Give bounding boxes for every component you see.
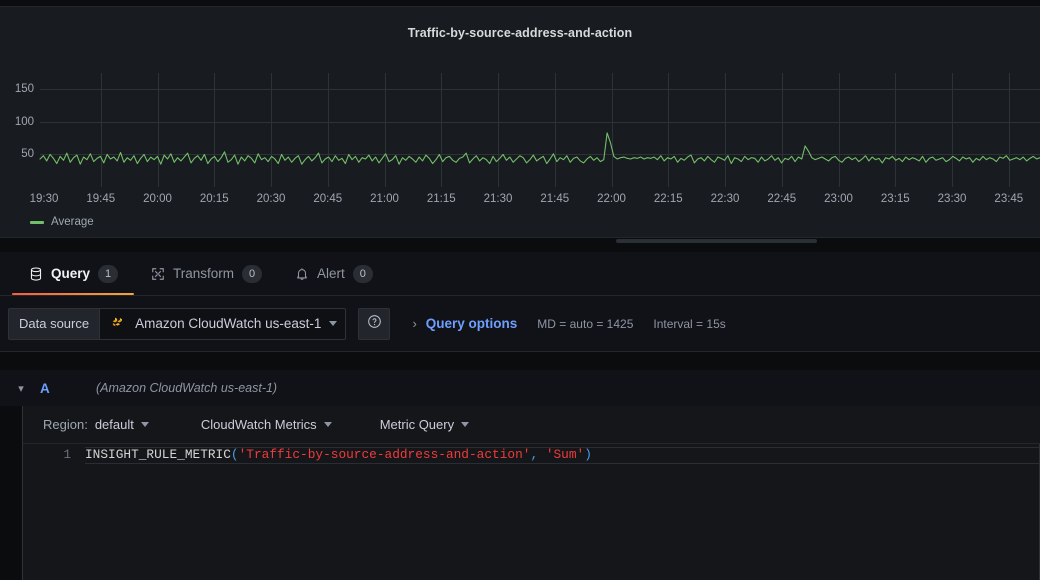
y-axis-tick-label: 50 <box>21 148 34 160</box>
namespace-selector[interactable]: CloudWatch Metrics <box>201 417 332 432</box>
code-content: INSIGHT_RULE_METRIC('Traffic-by-source-a… <box>85 447 592 463</box>
x-axis-tick-label: 20:00 <box>143 193 172 205</box>
code-token-open-paren: ( <box>231 447 239 462</box>
x-axis-tick-label: 19:45 <box>86 193 115 205</box>
code-editor[interactable]: 1 INSIGHT_RULE_METRIC('Traffic-by-source… <box>23 444 1040 580</box>
code-token-arg1: 'Traffic-by-source-address-and-action' <box>239 447 531 462</box>
x-axis-tick-label: 20:45 <box>313 193 342 205</box>
tab-transform[interactable]: Transform 0 <box>134 252 278 295</box>
x-axis-tick-label: 23:15 <box>881 193 910 205</box>
editor-tab-bar: Query 1 Transform 0 Alert 0 <box>0 252 1040 296</box>
x-axis-tick-label: 21:00 <box>370 193 399 205</box>
tab-query-count: 1 <box>98 265 118 283</box>
x-axis-tick-label: 22:00 <box>597 193 626 205</box>
panel-resize-zone <box>0 238 1040 252</box>
code-token-close-paren: ) <box>584 447 592 462</box>
query-options-caret: › <box>412 317 416 330</box>
datasource-name: Amazon CloudWatch us-east-1 <box>135 316 321 331</box>
bell-icon <box>294 266 309 281</box>
tab-alert-count: 0 <box>353 265 373 283</box>
question-circle-icon <box>367 314 382 334</box>
query-mode-selector[interactable]: Metric Query <box>380 417 469 432</box>
series-line-average <box>40 73 1040 187</box>
query-datasource-note: (Amazon CloudWatch us-east-1) <box>96 381 277 395</box>
panel-resize-handle[interactable] <box>616 239 817 243</box>
region-label: Region: <box>43 417 88 432</box>
database-icon <box>28 266 43 281</box>
query-ref-id[interactable]: A <box>40 381 56 396</box>
chevron-down-icon <box>461 422 469 427</box>
datasource-label: Data source <box>8 308 99 340</box>
x-axis-tick-label: 21:15 <box>427 193 456 205</box>
region-value: default <box>95 417 134 432</box>
datasource-help-button[interactable] <box>358 308 390 340</box>
code-line-1[interactable]: 1 INSIGHT_RULE_METRIC('Traffic-by-source… <box>23 444 1040 466</box>
query-options-interval: Interval = 15s <box>653 317 725 331</box>
code-token-arg2: 'Sum' <box>546 447 584 462</box>
tab-transform-label: Transform <box>173 266 234 281</box>
chevron-down-icon <box>324 422 332 427</box>
query-collapse-toggle[interactable]: ▾ <box>14 382 28 395</box>
transform-icon <box>150 266 165 281</box>
namespace-value: CloudWatch Metrics <box>201 417 317 432</box>
x-axis-tick-label: 22:45 <box>767 193 796 205</box>
chevron-down-icon <box>141 422 149 427</box>
x-axis-tick-label: 20:15 <box>200 193 229 205</box>
x-axis-tick-label: 22:30 <box>711 193 740 205</box>
line-number: 1 <box>23 447 85 463</box>
tab-query[interactable]: Query 1 <box>12 252 134 295</box>
datasource-row: Data source Amazon CloudWatch us-east-1 <box>0 296 1040 352</box>
tab-alert-label: Alert <box>317 266 345 281</box>
tab-transform-count: 0 <box>242 265 262 283</box>
query-options-max-data-points: MD = auto = 1425 <box>537 317 633 331</box>
query-editor-controls: Region: default CloudWatch Metrics Metri… <box>23 406 1040 444</box>
aws-cloudwatch-icon <box>110 315 127 333</box>
query-options-group[interactable]: › Query options MD = auto = 1425 Interva… <box>412 316 725 331</box>
query-editor-body: Region: default CloudWatch Metrics Metri… <box>22 406 1040 580</box>
datasource-picker[interactable]: Amazon CloudWatch us-east-1 <box>99 308 346 340</box>
legend-swatch-average <box>30 221 44 224</box>
x-axis-tick-label: 21:45 <box>540 193 569 205</box>
x-axis-tick-label: 20:30 <box>257 193 286 205</box>
legend-label-average: Average <box>51 216 94 228</box>
tab-alert[interactable]: Alert 0 <box>278 252 389 295</box>
x-axis-tick-label: 22:15 <box>654 193 683 205</box>
tab-query-label: Query <box>51 266 90 281</box>
chart-plot-area: 50100150 19:3019:4520:0020:1520:3020:452… <box>40 73 1040 187</box>
code-token-comma: , <box>530 447 538 462</box>
x-axis-tick-label: 23:45 <box>994 193 1023 205</box>
page-title: Traffic-by-source-address-and-action <box>0 26 1040 40</box>
x-axis-tick-label: 21:30 <box>484 193 513 205</box>
y-axis-tick-label: 150 <box>15 83 34 95</box>
query-mode-value: Metric Query <box>380 417 454 432</box>
graph-panel: Traffic-by-source-address-and-action 501… <box>0 6 1040 238</box>
y-axis-tick-label: 100 <box>15 116 34 128</box>
code-token-function: INSIGHT_RULE_METRIC <box>85 447 231 462</box>
region-selector[interactable]: Region: default <box>43 417 149 432</box>
x-axis-tick-label: 19:30 <box>30 193 59 205</box>
x-axis-tick-label: 23:00 <box>824 193 853 205</box>
query-options-toggle[interactable]: Query options <box>426 316 518 331</box>
chart-legend[interactable]: Average <box>30 216 94 228</box>
x-axis-tick-label: 23:30 <box>938 193 967 205</box>
query-row-header: ▾ A (Amazon CloudWatch us-east-1) <box>0 370 1040 406</box>
chevron-down-icon <box>329 321 337 326</box>
